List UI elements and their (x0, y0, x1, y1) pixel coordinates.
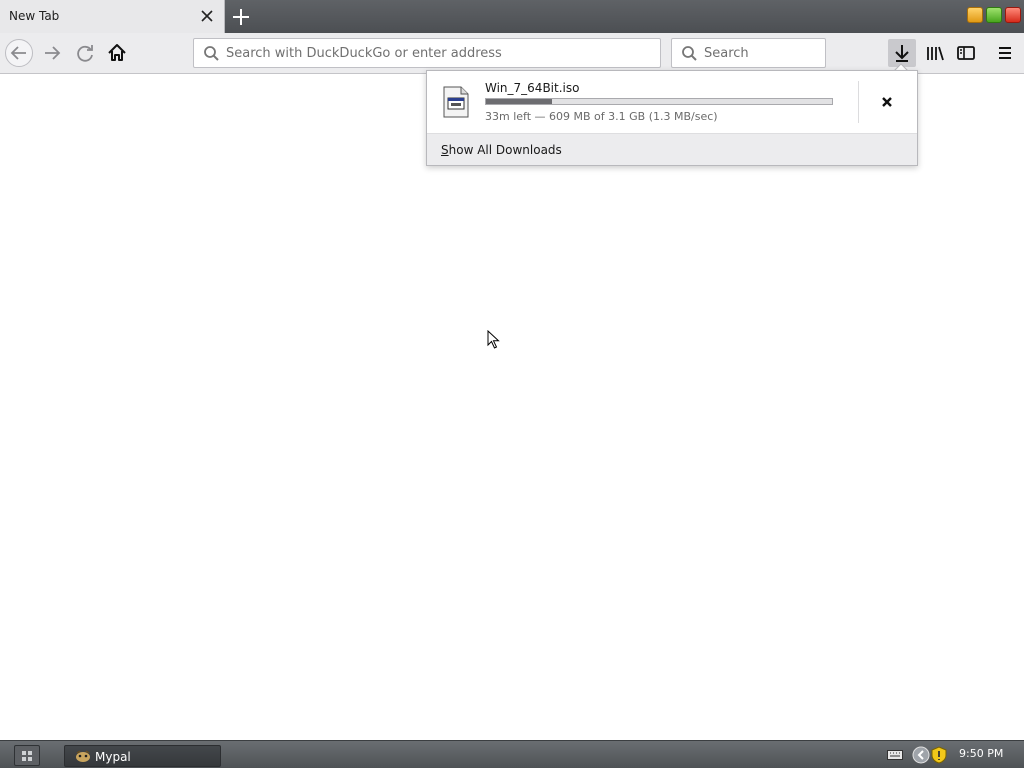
download-status: 33m left — 609 MB of 3.1 GB (1.3 MB/sec) (485, 110, 718, 123)
menu-button[interactable] (991, 39, 1019, 67)
keyboard-icon[interactable] (887, 748, 903, 762)
tray-arrow-icon[interactable] (912, 746, 930, 764)
search-input[interactable] (704, 39, 819, 67)
home-button[interactable] (103, 39, 131, 67)
mouse-cursor (487, 330, 500, 349)
download-progress-fill (486, 99, 552, 104)
address-bar[interactable] (193, 38, 661, 68)
taskbar: Mypal 9:50 PM (0, 740, 1024, 768)
reload-icon (77, 45, 93, 62)
downloads-panel: Win_7_64Bit.iso 33m left — 609 MB of 3.1… (426, 70, 918, 166)
back-button[interactable] (5, 39, 33, 67)
taskbar-item-label: Mypal (95, 750, 131, 764)
arrow-right-icon (45, 46, 61, 60)
download-file-name: Win_7_64Bit.iso (485, 81, 580, 95)
close-window-button[interactable] (1005, 7, 1021, 23)
reload-button[interactable] (71, 39, 99, 67)
close-icon[interactable] (199, 8, 215, 24)
new-tab-plus-icon[interactable] (231, 7, 251, 27)
tab-title: New Tab (9, 9, 60, 23)
grid-icon (22, 751, 32, 761)
address-input[interactable] (226, 39, 651, 67)
library-button[interactable] (921, 39, 949, 67)
divider (858, 81, 859, 123)
iso-file-icon (443, 86, 469, 118)
taskbar-item-mypal[interactable]: Mypal (64, 745, 221, 767)
download-item[interactable]: Win_7_64Bit.iso 33m left — 609 MB of 3.1… (427, 71, 917, 133)
magnifier-icon (682, 46, 697, 61)
download-progress-bar (485, 98, 833, 105)
show-all-downloads-button[interactable]: Show All Downloads (427, 133, 917, 165)
show-all-downloads-label: Show All Downloads (441, 143, 562, 157)
clock: 9:50 PM (959, 747, 1004, 760)
maximize-button[interactable] (986, 7, 1002, 23)
show-all-text: how All Downloads (448, 143, 562, 157)
home-icon (108, 44, 126, 61)
magnifier-icon (204, 46, 219, 61)
tab-strip: New Tab (0, 0, 1024, 33)
library-icon (927, 46, 944, 61)
nav-toolbar (0, 33, 1024, 74)
cancel-download-button[interactable] (874, 89, 900, 115)
sidebar-icon (957, 46, 975, 60)
start-menu-button[interactable] (14, 745, 40, 766)
minimize-button[interactable] (967, 7, 983, 23)
mypal-app-icon (76, 750, 90, 762)
sidebar-button[interactable] (952, 39, 980, 67)
forward-button[interactable] (38, 39, 66, 67)
tab-new-tab[interactable]: New Tab (0, 0, 225, 33)
hamburger-icon (999, 47, 1011, 59)
search-bar[interactable] (671, 38, 826, 68)
show-all-accesskey: S (441, 143, 449, 157)
shield-icon[interactable] (931, 746, 947, 764)
arrow-left-icon (10, 46, 26, 60)
